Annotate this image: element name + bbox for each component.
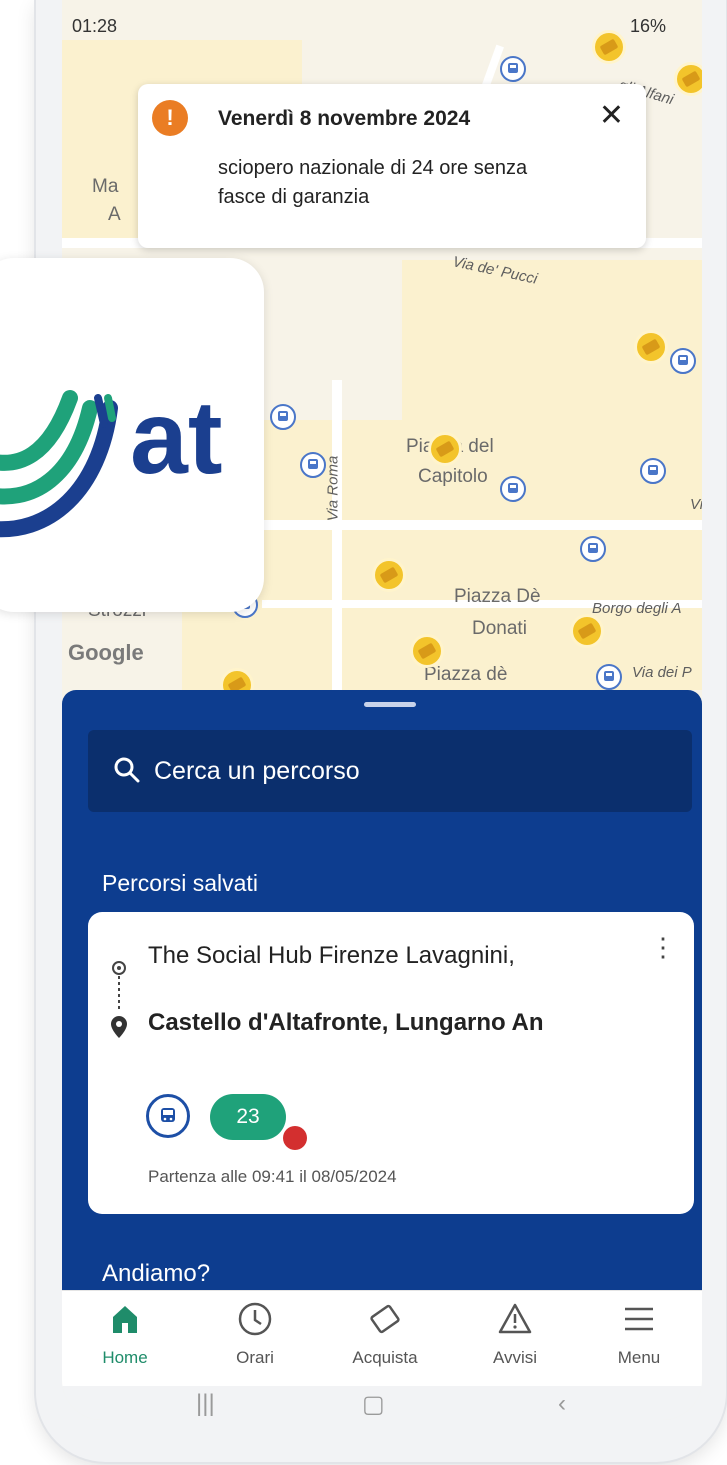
nav-label: Avvisi [492,1348,538,1367]
route-destination: Castello d'Altafronte, Lungarno An [148,1009,544,1036]
place-label: A [108,204,121,225]
place-label: Piazza Dè [454,586,541,607]
strike-alert[interactable]: ! Venerdì 8 novembre 2024 sciopero nazio… [138,84,646,248]
departure-time: Partenza alle 09:41 il 08/05/2024 [148,1167,397,1186]
crowding-icon [283,1126,307,1150]
bus-stop-pin[interactable] [596,664,622,690]
andiamo-section-title: Andiamo? [102,1260,211,1287]
app-logo-card: at [0,258,264,612]
alert-title: Venerdì 8 novembre 2024 [218,107,471,130]
sheet-drag-handle[interactable] [364,702,416,707]
ticket-icon [370,1304,400,1334]
bus-icon [308,459,318,469]
bus-stop-pin[interactable] [300,452,326,478]
place-label: Donati [472,618,527,639]
logo-text: at [130,380,222,496]
bus-stop-pin[interactable] [670,348,696,374]
ticket-point-pin[interactable] [428,432,462,466]
bottom-navigation: Home Orari Acquista Avvisi Menu [62,1290,702,1387]
app-screen: Via de' Pucci Via Roma Borgo degli A Via… [62,0,702,1420]
nav-menu[interactable]: Menu [584,1301,694,1368]
bus-stop-pin[interactable] [640,458,666,484]
search-bar[interactable]: Cerca un percorso [88,730,692,812]
bus-icon [604,671,614,681]
route-origin-destination-icon [111,961,127,1038]
bus-stop-pin[interactable] [270,404,296,430]
street-label: Via Roma [324,455,342,522]
bus-icon [508,63,518,73]
battery-level: 16% [629,16,666,36]
status-time: 01:28 [72,16,118,36]
clock-icon [238,1302,272,1336]
ticket-point-pin[interactable] [372,558,406,592]
status-bar: 01:28 16% [62,0,702,40]
home-icon [113,1306,137,1333]
place-label: Piazza dè [424,664,508,685]
at-logo: at [0,380,222,538]
ticket-point-pin[interactable] [570,614,604,648]
map-road [332,380,342,700]
google-attribution: Google [68,640,144,665]
nav-acquista[interactable]: Acquista [330,1301,440,1368]
place-label: Ma [92,176,119,197]
phone-frame: Via de' Pucci Via Roma Borgo degli A Via… [36,0,726,1462]
street-label: Via dei P [632,664,692,681]
recent-apps-icon[interactable]: ||| [196,1390,215,1418]
search-placeholder: Cerca un percorso [154,757,360,785]
nav-avvisi[interactable]: Avvisi [460,1301,570,1368]
bus-icon [648,465,658,475]
bus-icon [146,1094,190,1138]
street-label: Via [690,496,702,513]
saved-route-card[interactable]: The Social Hub Firenze Lavagnini, Castel… [88,912,694,1214]
bus-icon [678,355,688,365]
warning-icon [498,1303,532,1334]
street-label: Borgo degli A [592,600,682,617]
ticket-point-pin[interactable] [410,634,444,668]
saved-routes-title: Percorsi salvati [102,870,258,896]
alert-icon: ! [152,100,188,136]
ticket-point-pin[interactable] [634,330,668,364]
bus-icon [278,411,288,421]
route-origin: The Social Hub Firenze Lavagnini, [148,942,515,969]
close-icon[interactable]: ✕ [599,98,624,133]
nav-label: Acquista [352,1348,418,1367]
nav-label: Menu [617,1348,661,1367]
back-icon[interactable]: ‹ [558,1390,566,1418]
alert-message: sciopero nazionale di 24 ore senza fasce… [218,157,528,208]
bus-stop-pin[interactable] [500,56,526,82]
bus-icon [588,543,598,553]
nav-home[interactable]: Home [70,1301,180,1368]
menu-icon [625,1307,653,1331]
more-options-icon[interactable]: ⋮ [650,934,676,960]
bus-icon [508,483,518,493]
nav-label: Home [102,1348,148,1367]
nav-label: Orari [236,1348,274,1367]
system-navigation-bar: ||| ▢ ‹ [62,1386,702,1420]
search-icon [114,757,140,783]
place-label: Capitolo [418,466,488,487]
bus-stop-pin[interactable] [500,476,526,502]
nav-orari[interactable]: Orari [200,1301,310,1368]
ticket-point-pin[interactable] [674,62,702,96]
bottom-sheet: Cerca un percorso Percorsi salvati The S… [62,690,702,1290]
bus-stop-pin[interactable] [580,536,606,562]
home-button-icon[interactable]: ▢ [362,1390,385,1419]
line-badge: 23 [210,1094,286,1140]
